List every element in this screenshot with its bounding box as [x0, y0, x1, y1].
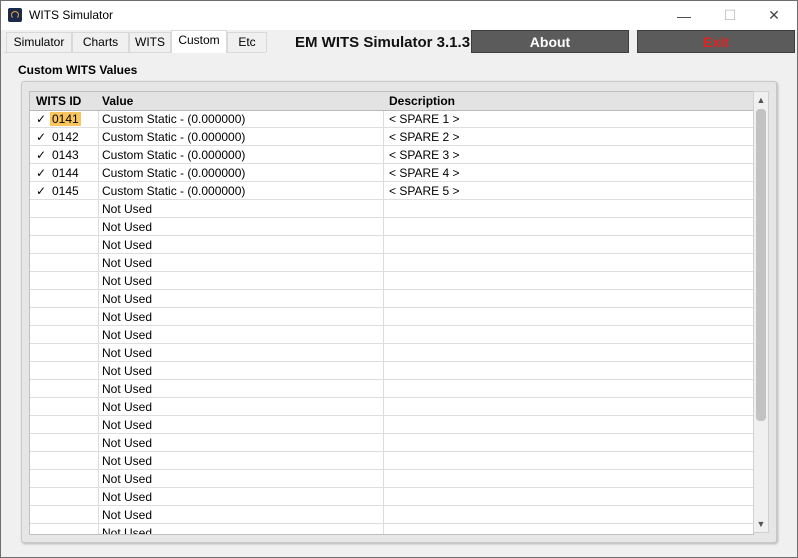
table-row[interactable]: Not Used — [30, 398, 753, 416]
exit-button[interactable]: Exit — [637, 30, 795, 53]
tab-wits[interactable]: WITS — [129, 32, 171, 52]
cell-value[interactable]: Not Used — [102, 328, 152, 342]
cell-wits-id[interactable]: 0145 — [52, 184, 79, 198]
row-check-icon[interactable]: ✓ — [36, 184, 46, 198]
window-title: WITS Simulator — [29, 8, 114, 22]
cell-value[interactable]: Custom Static - (0.000000) — [102, 148, 245, 162]
cell-value[interactable]: Not Used — [102, 400, 152, 414]
scroll-up-icon[interactable]: ▲ — [754, 93, 768, 107]
table-row[interactable]: Not Used — [30, 506, 753, 524]
section-title: Custom WITS Values — [18, 63, 138, 77]
table-row[interactable]: Not Used — [30, 488, 753, 506]
minimize-button[interactable]: — — [661, 1, 707, 30]
cell-value[interactable]: Not Used — [102, 238, 152, 252]
table-row[interactable]: Not Used — [30, 200, 753, 218]
table-row[interactable]: Not Used — [30, 524, 753, 534]
vertical-scrollbar[interactable]: ▲ ▼ — [753, 91, 769, 533]
cell-wits-id[interactable]: 0143 — [52, 148, 79, 162]
table-row[interactable]: Not Used — [30, 416, 753, 434]
cell-value[interactable]: Not Used — [102, 454, 152, 468]
table-row[interactable]: Not Used — [30, 434, 753, 452]
about-button[interactable]: About — [471, 30, 629, 53]
table-row[interactable]: Not Used — [30, 290, 753, 308]
cell-value[interactable]: Custom Static - (0.000000) — [102, 130, 245, 144]
title-bar[interactable]: WITS Simulator — ☐ ✕ — [1, 1, 797, 30]
table-row[interactable]: ✓ 0145 Custom Static - (0.000000) < SPARE 5… — [30, 182, 753, 200]
cell-value[interactable]: Custom Static - (0.000000) — [102, 166, 245, 180]
cell-wits-id[interactable]: 0141 — [50, 112, 81, 126]
app-window: WITS Simulator — ☐ ✕ Simulator Charts WI… — [0, 0, 798, 558]
tab-etc[interactable]: Etc — [227, 32, 267, 52]
table-row[interactable]: ✓ 0141 Custom Static - (0.000000) < SPARE 1… — [30, 110, 753, 128]
cell-value[interactable]: Not Used — [102, 490, 152, 504]
tab-charts[interactable]: Charts — [72, 32, 129, 52]
tab-custom[interactable]: Custom — [171, 30, 227, 53]
cell-value[interactable]: Not Used — [102, 256, 152, 270]
cell-description[interactable]: < SPARE 1 > — [389, 112, 459, 126]
row-check-icon[interactable]: ✓ — [36, 166, 46, 180]
column-header-description[interactable]: Description — [389, 94, 455, 108]
table-row[interactable]: Not Used — [30, 452, 753, 470]
table-row[interactable]: Not Used — [30, 326, 753, 344]
cell-value[interactable]: Custom Static - (0.000000) — [102, 112, 245, 126]
cell-value[interactable]: Not Used — [102, 310, 152, 324]
table-row[interactable]: Not Used — [30, 470, 753, 488]
wits-app-icon — [8, 8, 22, 22]
column-header-wits-id[interactable]: WITS ID — [36, 94, 81, 108]
cell-value[interactable]: Not Used — [102, 292, 152, 306]
row-check-icon[interactable]: ✓ — [36, 130, 46, 144]
cell-description[interactable]: < SPARE 2 > — [389, 130, 459, 144]
cell-description[interactable]: < SPARE 5 > — [389, 184, 459, 198]
table-row[interactable]: Not Used — [30, 254, 753, 272]
table-row[interactable]: Not Used — [30, 272, 753, 290]
cell-value[interactable]: Not Used — [102, 436, 152, 450]
cell-description[interactable]: < SPARE 3 > — [389, 148, 459, 162]
column-header-value[interactable]: Value — [102, 94, 133, 108]
cell-value[interactable]: Not Used — [102, 274, 152, 288]
table-row[interactable]: Not Used — [30, 218, 753, 236]
table-row[interactable]: Not Used — [30, 362, 753, 380]
table-row[interactable]: Not Used — [30, 308, 753, 326]
cell-value[interactable]: Custom Static - (0.000000) — [102, 184, 245, 198]
cell-value[interactable]: Not Used — [102, 508, 152, 522]
custom-values-grid[interactable]: WITS ID Value Description ✓ 0141 Custom St… — [29, 91, 754, 535]
cell-wits-id[interactable]: 0144 — [52, 166, 79, 180]
scroll-down-icon[interactable]: ▼ — [754, 517, 768, 531]
scroll-thumb[interactable] — [756, 109, 766, 421]
cell-value[interactable]: Not Used — [102, 346, 152, 360]
cell-value[interactable]: Not Used — [102, 526, 152, 534]
cell-value[interactable]: Not Used — [102, 382, 152, 396]
table-row[interactable]: Not Used — [30, 344, 753, 362]
cell-value[interactable]: Not Used — [102, 364, 152, 378]
maximize-button[interactable]: ☐ — [707, 1, 753, 30]
grid-header: WITS ID Value Description — [30, 92, 753, 111]
cell-value[interactable]: Not Used — [102, 202, 152, 216]
cell-description[interactable]: < SPARE 4 > — [389, 166, 459, 180]
row-check-icon[interactable]: ✓ — [36, 148, 46, 162]
table-row[interactable]: ✓ 0142 Custom Static - (0.000000) < SPARE 2… — [30, 128, 753, 146]
grid-rows: ✓ 0141 Custom Static - (0.000000) < SPARE 1… — [30, 110, 753, 534]
table-row[interactable]: Not Used — [30, 380, 753, 398]
cell-value[interactable]: Not Used — [102, 220, 152, 234]
custom-values-panel: WITS ID Value Description ✓ 0141 Custom St… — [21, 81, 777, 543]
cell-value[interactable]: Not Used — [102, 418, 152, 432]
cell-value[interactable]: Not Used — [102, 472, 152, 486]
cell-wits-id[interactable]: 0142 — [52, 130, 79, 144]
close-button[interactable]: ✕ — [751, 1, 797, 30]
app-version-title: EM WITS Simulator 3.1.3 — [295, 34, 471, 51]
table-row[interactable]: ✓ 0143 Custom Static - (0.000000) < SPARE 3… — [30, 146, 753, 164]
tab-simulator[interactable]: Simulator — [6, 32, 72, 52]
table-row[interactable]: ✓ 0144 Custom Static - (0.000000) < SPARE 4… — [30, 164, 753, 182]
table-row[interactable]: Not Used — [30, 236, 753, 254]
row-check-icon[interactable]: ✓ — [36, 112, 46, 126]
